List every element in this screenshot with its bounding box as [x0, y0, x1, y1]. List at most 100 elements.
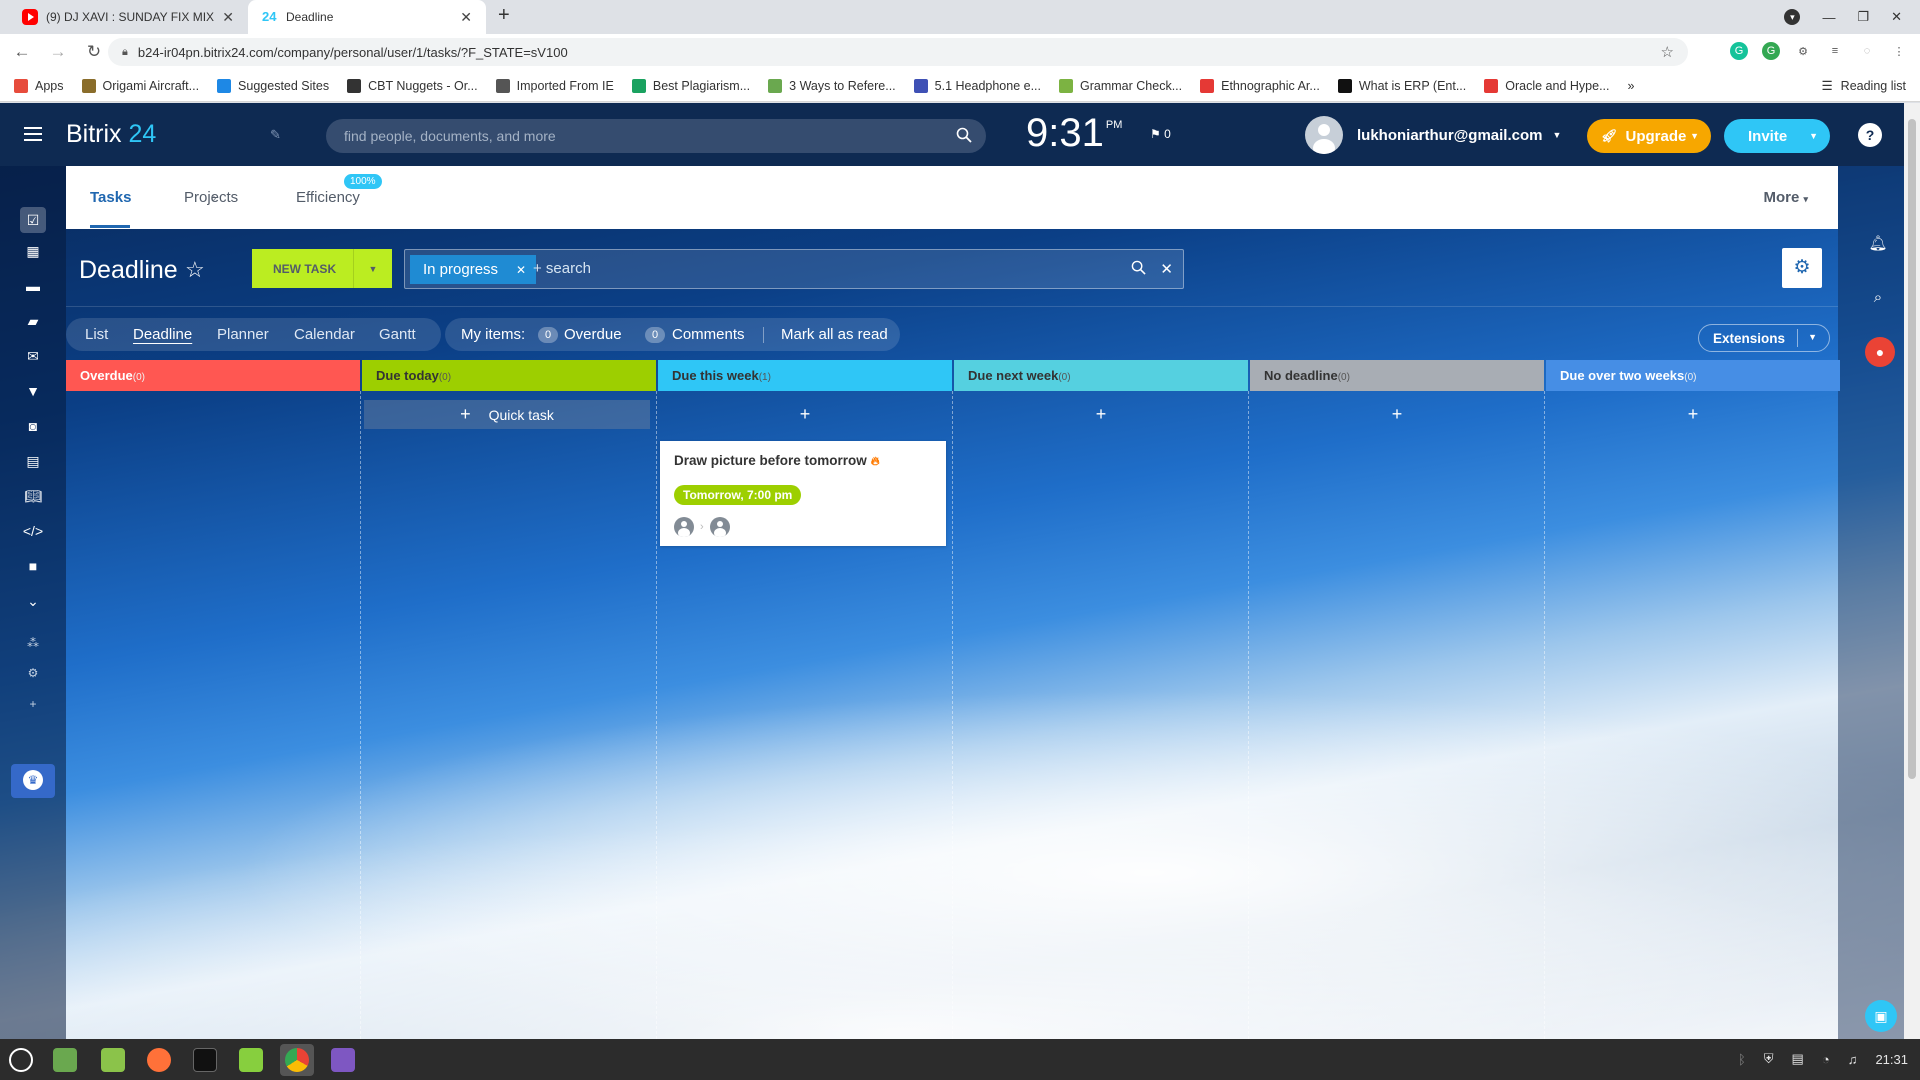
view-list[interactable]: List — [85, 326, 108, 343]
bookmark-star-icon[interactable]: ☆ — [1661, 43, 1674, 61]
menu-icon[interactable]: ⋮ — [1890, 42, 1908, 60]
column-header[interactable]: Due next week(0) — [954, 360, 1248, 391]
taskbar-firefox[interactable] — [142, 1044, 176, 1076]
printer-icon[interactable]: ▤ — [1792, 1051, 1804, 1067]
view-calendar[interactable]: Calendar — [294, 326, 355, 343]
user-alert-icon[interactable]: ● — [1865, 337, 1895, 367]
knowledge-base-icon[interactable]: 📖︎ — [22, 485, 44, 507]
crown-icon[interactable] — [11, 764, 55, 798]
taskbar-chrome[interactable] — [280, 1044, 314, 1076]
clock[interactable]: 21:31 — [1875, 1052, 1908, 1067]
grammarly-icon[interactable]: G — [1730, 42, 1748, 60]
scrollbar-thumb[interactable] — [1908, 119, 1916, 779]
address-bar[interactable]: 🔒︎ b24-ir04pn.bitrix24.com/company/perso… — [108, 38, 1688, 66]
robot-icon[interactable]: ◙ — [22, 415, 44, 437]
search-icon[interactable] — [956, 127, 972, 146]
filter-chip[interactable]: In progress ✕ — [410, 255, 537, 284]
view-planner[interactable]: Planner — [217, 326, 269, 343]
view-gantt[interactable]: Gantt — [379, 326, 416, 343]
drive-icon[interactable]: ▬ — [22, 275, 44, 297]
mark-all-read-link[interactable]: Mark all as read — [781, 326, 888, 343]
invite-button[interactable]: Invite ▼ — [1724, 119, 1830, 153]
more-bookmarks-icon[interactable]: » — [1627, 79, 1634, 93]
taskbar-terminal[interactable] — [188, 1044, 222, 1076]
column-header[interactable]: Due today(0) — [362, 360, 656, 391]
tab-tasks[interactable]: Tasks — [90, 189, 131, 206]
creator-avatar[interactable] — [674, 517, 694, 537]
minimize-icon[interactable]: — — [1822, 10, 1835, 25]
logo[interactable]: Bitrix 24 — [66, 120, 156, 149]
bookmark-item[interactable]: Origami Aircraft... — [81, 78, 199, 93]
close-window-icon[interactable]: ✕ — [1891, 9, 1902, 25]
restore-icon[interactable]: ❐ — [1857, 9, 1869, 25]
bookmark-item[interactable]: Ethnographic Ar... — [1200, 78, 1320, 93]
bookmark-item[interactable]: Apps — [14, 78, 64, 93]
overdue-count[interactable]: 0 — [538, 327, 558, 343]
search-icon[interactable] — [1131, 260, 1147, 279]
overdue-link[interactable]: Overdue — [564, 326, 622, 343]
clear-icon[interactable]: ✕ — [1160, 260, 1173, 279]
add-task-plus-icon[interactable]: + — [660, 400, 950, 428]
taskbar-files[interactable] — [96, 1044, 130, 1076]
view-deadline[interactable]: Deadline — [133, 326, 192, 343]
contacts-icon[interactable]: ▤ — [22, 450, 44, 472]
more-menu[interactable]: More ▾ — [1763, 189, 1808, 206]
bookmark-item[interactable]: Oracle and Hype... — [1484, 78, 1609, 93]
chat-panel-icon[interactable]: ▣ — [1865, 1000, 1897, 1032]
add-icon[interactable]: + — [22, 693, 44, 715]
browser-tab-deadline[interactable]: 24 Deadline ✕ — [248, 0, 486, 34]
bluetooth-icon[interactable]: ᛒ — [1738, 1052, 1746, 1067]
video-icon[interactable]: ■ — [22, 555, 44, 577]
favorite-star-icon[interactable]: ☆ — [185, 257, 205, 283]
developer-icon[interactable]: </> — [22, 520, 44, 542]
settings-gear-button[interactable]: ⚙ — [1782, 248, 1822, 288]
task-filter[interactable]: In progress ✕ + search ✕ — [404, 249, 1184, 289]
tab-search-icon[interactable]: ▾ — [1784, 9, 1801, 25]
reading-list-button[interactable]: ☰ Reading list — [1821, 78, 1906, 94]
lock-icon[interactable]: 🔒︎ — [122, 46, 128, 59]
settings-icon[interactable]: ⚙ — [22, 662, 44, 684]
tab-projects[interactable]: Projects — [184, 189, 238, 206]
quick-task-button[interactable]: + Quick task — [364, 400, 650, 429]
add-task-plus-icon[interactable]: + — [1252, 400, 1542, 428]
search-icon[interactable]: ⌕ — [1866, 286, 1890, 310]
profile-icon[interactable]: ◌ — [1858, 42, 1876, 60]
media-icon[interactable]: ≡ — [1826, 42, 1844, 60]
user-menu[interactable]: lukhoniarthur@gmail.com ▼ — [1305, 116, 1561, 154]
mail-icon[interactable]: ✉ — [22, 345, 44, 367]
bookmark-item[interactable]: 3 Ways to Refere... — [768, 78, 896, 93]
sound-icon[interactable]: ♫ — [1848, 1052, 1858, 1067]
comments-link[interactable]: Comments — [672, 326, 745, 343]
forward-icon[interactable]: → — [44, 42, 72, 62]
remove-filter-icon[interactable]: ✕ — [516, 263, 526, 277]
bookmark-item[interactable]: What is ERP (Ent... — [1337, 78, 1466, 93]
bookmark-item[interactable]: CBT Nuggets - Or... — [347, 78, 478, 93]
clock[interactable]: 9:31 PM — [1026, 111, 1122, 156]
add-task-plus-icon[interactable]: + — [1548, 400, 1838, 428]
close-tab-icon[interactable]: ✕ — [222, 9, 234, 26]
filter-search-input[interactable]: + search — [533, 260, 591, 277]
more-chevron-icon[interactable]: ⌄ — [22, 590, 44, 612]
browser-tab-youtube[interactable]: (9) DJ XAVI : SUNDAY FIX MIX ✕ — [8, 0, 248, 34]
wifi-icon[interactable]: ◔ — [1822, 1052, 1830, 1067]
bookmark-item[interactable]: Best Plagiarism... — [631, 78, 750, 93]
sitemap-icon[interactable]: ⁂ — [22, 632, 44, 654]
tab-efficiency[interactable]: Efficiency — [296, 189, 360, 206]
extensions-button[interactable]: Extensions ▼ — [1698, 324, 1830, 352]
task-card[interactable]: Draw picture before tomorrow 🔥︎ Tomorrow,… — [660, 441, 946, 546]
crm-filter-icon[interactable]: ▼ — [22, 380, 44, 402]
close-tab-icon[interactable]: ✕ — [460, 9, 472, 26]
help-icon[interactable]: ? — [1858, 123, 1882, 147]
responsible-avatar[interactable] — [709, 517, 730, 537]
task-deadline-badge[interactable]: Tomorrow, 7:00 pm — [674, 485, 802, 505]
reload-icon[interactable]: ↻ — [80, 42, 108, 62]
chat-icon[interactable]: ▰ — [22, 310, 44, 332]
menu-icon[interactable] — [24, 127, 42, 141]
upgrade-button[interactable]: 🚀︎ Upgrade ▼ — [1587, 119, 1711, 153]
tasks-icon[interactable]: ☑ — [20, 207, 46, 233]
edit-pencil-icon[interactable]: ✎ — [270, 127, 281, 143]
bookmark-item[interactable]: Suggested Sites — [217, 78, 329, 93]
calendar-icon[interactable]: ▦ — [22, 240, 44, 262]
new-task-button[interactable]: NEW TASK ▼ — [252, 249, 392, 288]
chevron-down-icon[interactable]: ▼ — [1808, 332, 1817, 342]
